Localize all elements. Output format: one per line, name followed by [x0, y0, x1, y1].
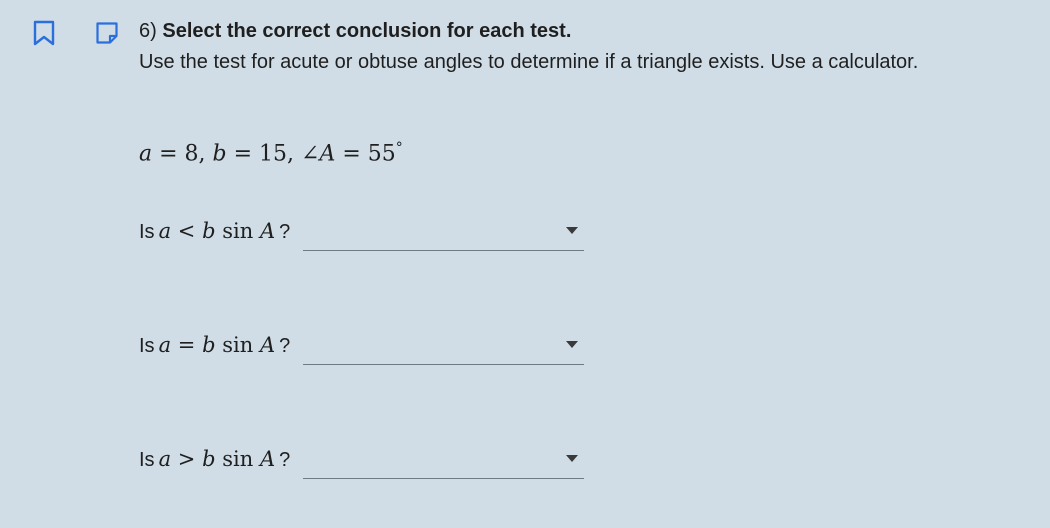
test-rhs-a: A	[259, 447, 276, 471]
test-prefix: Is	[139, 221, 155, 243]
test-sin: sin	[222, 219, 254, 243]
question-instructions: Use the test for acute or obtuse angles …	[139, 51, 919, 73]
degree-symbol: °	[395, 140, 403, 156]
test-row-greater-than: Is a > b sin A ?	[139, 440, 584, 480]
test-label: Is a < b sin A ?	[139, 217, 290, 252]
test-prefix: Is	[139, 449, 155, 471]
test-sin: sin	[222, 447, 254, 471]
angle-symbol: ∠	[301, 141, 320, 167]
test-row-less-than: Is a < b sin A ?	[139, 212, 584, 252]
given-angle-value: = 55	[335, 141, 396, 167]
test-rhs-b: b	[202, 447, 216, 471]
given-b-var: b	[212, 141, 227, 167]
test-expression: a < b sin A	[159, 217, 276, 245]
test-expression: a > b sin A	[159, 445, 276, 473]
test-lhs: a	[158, 447, 172, 471]
conclusion-dropdown-greater-than[interactable]	[303, 440, 584, 479]
test-sin: sin	[222, 333, 254, 357]
question-title: Select the correct conclusion for each t…	[162, 20, 572, 42]
test-lhs: a	[158, 333, 172, 357]
test-operator: <	[177, 219, 196, 243]
chevron-down-icon	[566, 227, 578, 234]
test-operator: >	[177, 447, 196, 471]
chevron-down-icon	[566, 341, 578, 348]
conclusion-dropdown-less-than[interactable]	[303, 212, 584, 251]
test-suffix: ?	[279, 221, 291, 243]
given-angle-var: A	[319, 141, 336, 167]
test-suffix: ?	[279, 335, 291, 357]
test-rhs-b: b	[202, 219, 216, 243]
test-rhs-a: A	[259, 219, 276, 243]
test-label: Is a > b sin A ?	[139, 445, 290, 480]
conclusion-dropdown-equal[interactable]	[303, 326, 584, 365]
test-label: Is a = b sin A ?	[139, 331, 290, 366]
test-prefix: Is	[139, 335, 155, 357]
given-a-value: = 8,	[152, 141, 213, 167]
chevron-down-icon	[566, 455, 578, 462]
test-expression: a = b sin A	[159, 331, 276, 359]
note-icon[interactable]	[95, 21, 119, 45]
test-row-equal: Is a = b sin A ?	[139, 326, 584, 366]
test-operator: =	[177, 333, 196, 357]
test-rhs-b: b	[202, 333, 216, 357]
test-rhs-a: A	[259, 333, 276, 357]
question-header: 6) Select the correct conclusion for eac…	[139, 18, 571, 44]
question-number: 6)	[139, 20, 157, 42]
given-values: a = 8, b = 15, ∠A = 55°	[139, 133, 403, 169]
test-lhs: a	[158, 219, 172, 243]
bookmark-icon[interactable]	[33, 20, 55, 46]
given-a-var: a	[139, 141, 153, 167]
test-suffix: ?	[279, 449, 291, 471]
given-b-value: = 15,	[226, 141, 302, 167]
